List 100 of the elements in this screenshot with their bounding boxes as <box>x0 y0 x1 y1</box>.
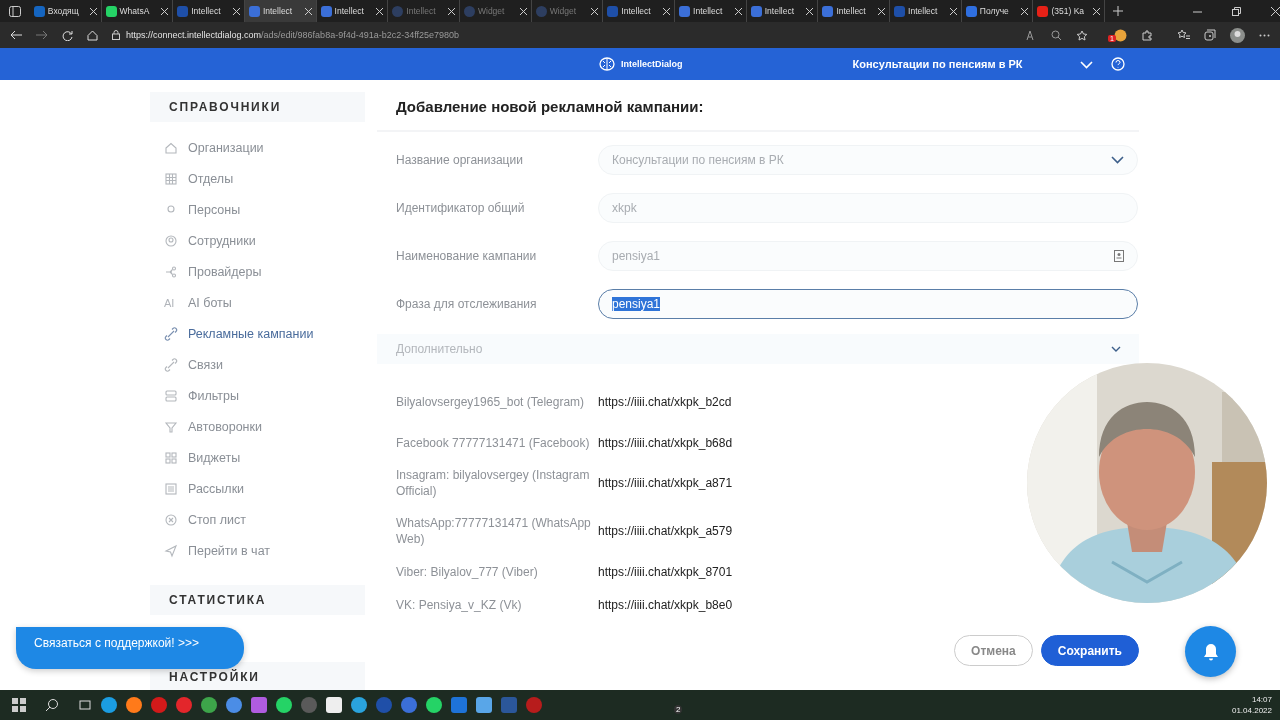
address-field[interactable]: https://connect.intellectdialog.com/ads/edit/986fab8a-9f4d-491a-b2c2-34ff25e7980b <box>112 25 1012 45</box>
channel-name: Bilyalovsergey1965_bot (Telegram) <box>396 394 586 410</box>
taskbar-badge: 2 <box>674 705 683 714</box>
organization-name[interactable]: Консультации по пенсиям в РК <box>852 58 1078 70</box>
sidebar-item[interactable]: Сотрудники <box>150 225 365 256</box>
channel-name: WhatsApp:77777131471 (WhatsApp Web) <box>396 515 592 547</box>
taskbar-app-icon[interactable] <box>276 697 292 713</box>
grid-icon <box>164 171 178 186</box>
section-heading: СТАТИСТИКА <box>150 585 365 615</box>
close-icon[interactable] <box>519 7 527 15</box>
sidebar-item[interactable]: Фильтры <box>150 380 365 411</box>
save-button[interactable]: Сохранить <box>1040 635 1139 666</box>
sidebar-item[interactable]: Автоворонки <box>150 411 365 442</box>
url-text: https://connect.intellectdialog.com/ads/edit/986fab8a-9f4d-491a-b2c2-34ff25e7980b <box>126 30 460 40</box>
channel-name: VK: Pensiya_v_KZ (Vk) <box>396 596 523 613</box>
windows-start-icon[interactable] <box>12 698 26 712</box>
channel-name: Insagram: bilyalovsergey (Instagram Official) <box>396 467 591 499</box>
search-icon[interactable] <box>45 698 59 712</box>
taskbar-app-icon[interactable] <box>176 697 192 713</box>
close-icon[interactable] <box>591 7 599 15</box>
input-field[interactable]: pensiya1 <box>598 241 1138 271</box>
sidebar-item[interactable]: Провайдеры <box>150 256 365 287</box>
close-icon[interactable] <box>806 7 814 15</box>
close-icon[interactable] <box>161 7 169 15</box>
sidebar-item[interactable]: Связи <box>150 349 365 380</box>
home-icon[interactable] <box>87 29 98 41</box>
more-icon[interactable] <box>1259 33 1270 37</box>
browser-tab[interactable]: Intellect <box>244 0 317 22</box>
widgets-icon <box>164 450 178 465</box>
sidebar-label: Виджеты <box>188 450 241 465</box>
close-icon[interactable] <box>1271 6 1280 16</box>
brain-logo-icon <box>599 57 615 71</box>
close-icon[interactable] <box>89 7 97 15</box>
cancel-button[interactable]: Отмена <box>954 635 1033 666</box>
taskbar-app-icon[interactable] <box>401 697 417 713</box>
form-title: Добавление новой рекламной кампании: <box>377 98 1139 132</box>
close-icon[interactable] <box>663 7 671 15</box>
taskbar-app-icon[interactable] <box>426 697 442 713</box>
input-field[interactable]: pensiya1 <box>598 289 1138 319</box>
sidebar-label: Перейти в чат <box>188 543 271 558</box>
read-aloud-icon[interactable] <box>1026 29 1037 41</box>
sidebar-item[interactable]: Перейти в чат <box>150 535 365 566</box>
close-icon[interactable] <box>376 7 384 15</box>
tab-actions-icon[interactable] <box>8 5 21 17</box>
ai-icon: AI <box>164 296 178 309</box>
close-icon[interactable] <box>734 7 742 15</box>
list-icon <box>164 481 178 496</box>
new-tab-icon[interactable] <box>1113 6 1124 16</box>
close-icon[interactable] <box>1093 7 1101 15</box>
sidebar-item[interactable]: Рекламные кампании <box>150 318 365 349</box>
sidebar-label: Автоворонки <box>188 419 262 434</box>
task-view-icon[interactable] <box>78 698 92 712</box>
sidebar-item[interactable]: Организации <box>150 132 365 163</box>
forward-icon[interactable] <box>36 30 48 40</box>
close-icon[interactable] <box>878 7 886 15</box>
sidebar-item[interactable]: Стоп лист <box>150 504 365 535</box>
sidebar-label: Связи <box>188 357 223 372</box>
puzzle-icon[interactable] <box>1141 29 1153 41</box>
cancel-icon <box>164 512 178 527</box>
sidebar-item[interactable]: Персоны <box>150 194 365 225</box>
close-icon[interactable] <box>949 7 957 15</box>
sidebar-label: Рассылки <box>188 481 245 496</box>
chevron-icon <box>1111 346 1121 352</box>
field-label: Название организации <box>396 153 524 167</box>
sidebar-label: Фильтры <box>188 388 239 403</box>
taskbar-app-icon[interactable] <box>351 697 367 713</box>
sidebar-item[interactable]: Отделы <box>150 163 365 194</box>
avatar-icon[interactable] <box>1230 27 1245 43</box>
favorites-icon[interactable] <box>1177 29 1190 41</box>
close-icon[interactable] <box>1021 7 1029 15</box>
close-icon[interactable] <box>448 7 455 15</box>
link-icon <box>164 357 178 372</box>
sidebar-item[interactable]: AI AI боты <box>150 287 365 318</box>
back-icon[interactable] <box>10 30 22 40</box>
zoom-icon[interactable] <box>1051 29 1062 41</box>
sidebar-label: Сотрудники <box>188 233 256 248</box>
favorite-star-icon[interactable] <box>1076 29 1088 41</box>
taskbar-app-icon[interactable] <box>101 697 117 713</box>
sidebar-item[interactable]: Рассылки <box>150 473 365 504</box>
sidebar-item[interactable]: Виджеты <box>150 442 365 473</box>
help-icon[interactable] <box>1110 57 1125 71</box>
taskbar-clock[interactable]: 14:07 01.04.2022 <box>1231 694 1272 716</box>
refresh-icon[interactable] <box>62 29 73 41</box>
taskbar-app-icon[interactable] <box>226 697 242 713</box>
additional-section-toggle[interactable]: Дополнительно <box>377 334 1139 364</box>
field-label: Идентификатор общий <box>396 201 526 215</box>
support-button[interactable]: Связаться с поддержкой! >>> <box>16 627 244 669</box>
dropdown-caret-icon[interactable] <box>1111 156 1124 164</box>
taskbar-app-icon[interactable] <box>126 697 142 713</box>
extension-icon[interactable] <box>1114 28 1127 42</box>
close-icon[interactable] <box>304 7 312 15</box>
select-field[interactable]: Консультации по пенсиям в РК <box>598 145 1138 175</box>
input-field[interactable]: xkpk <box>598 193 1138 223</box>
section-heading: СПРАВОЧНИКИ <box>150 92 365 122</box>
taskbar-app-icon[interactable] <box>201 697 217 713</box>
share-icon <box>164 264 178 279</box>
restore-icon[interactable] <box>1232 6 1242 16</box>
close-icon[interactable] <box>232 7 240 15</box>
channel-name: Facebook 77777131471 (Facebook) <box>396 434 591 451</box>
collections-icon[interactable] <box>1204 29 1216 41</box>
